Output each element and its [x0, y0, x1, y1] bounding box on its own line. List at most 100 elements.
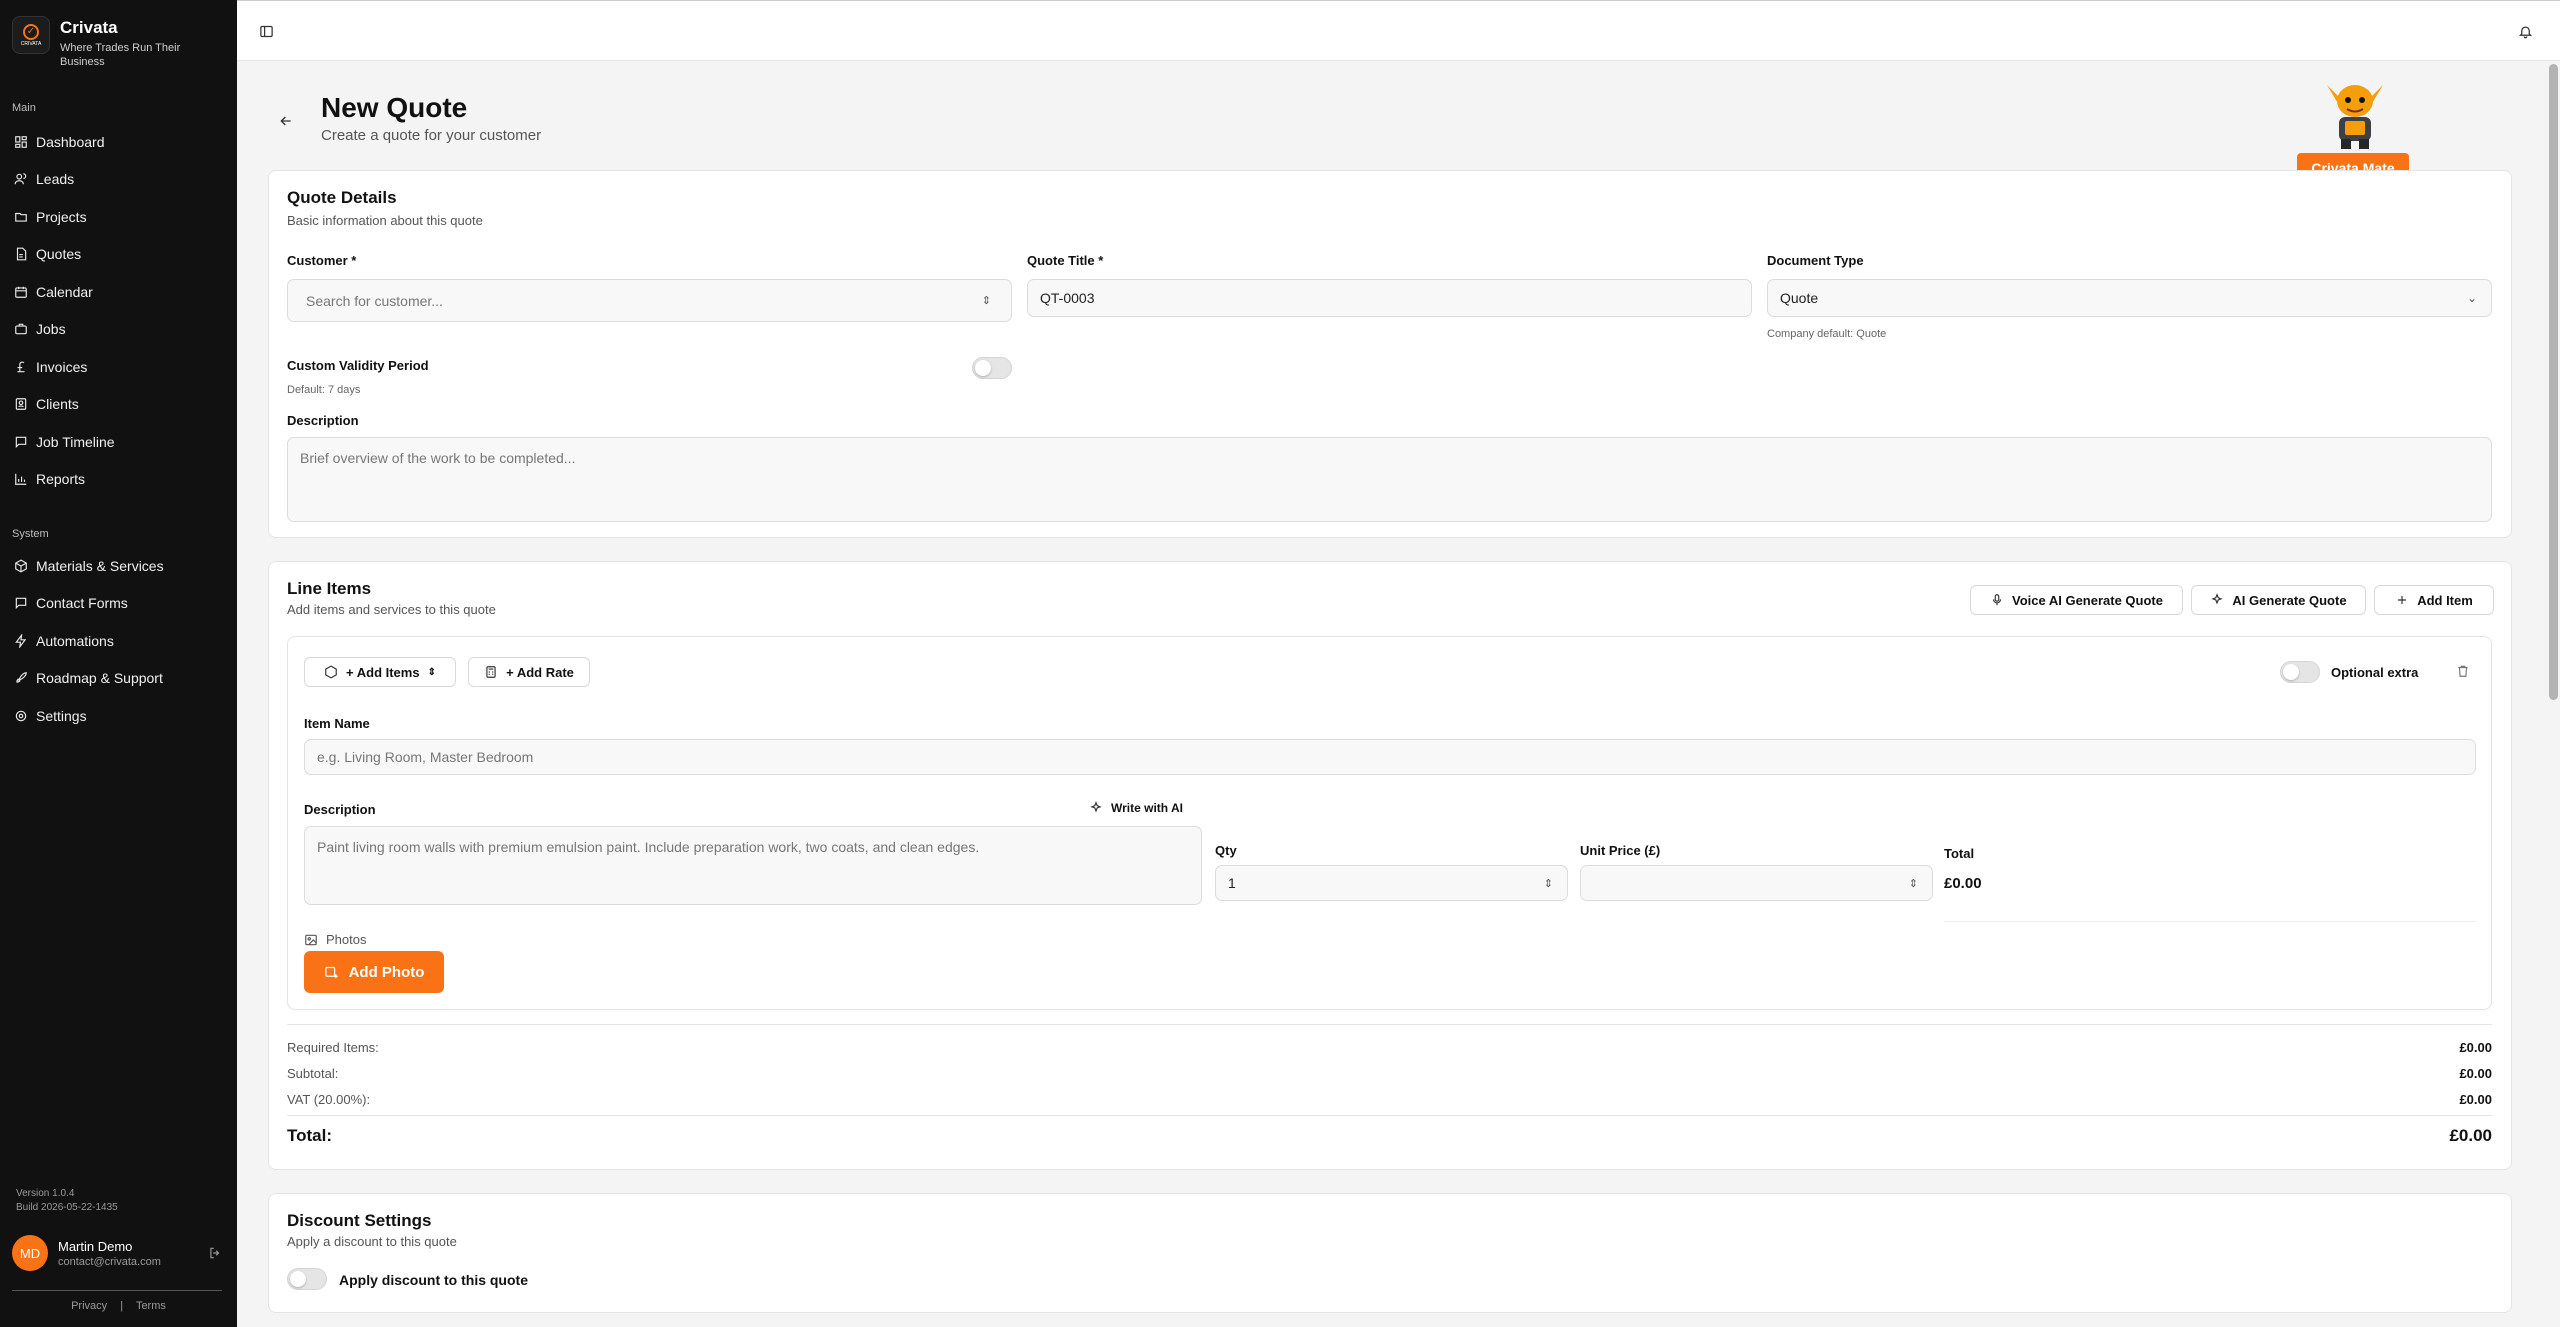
- document-type-label: Document Type: [1767, 253, 1864, 268]
- sidebar-item-materials[interactable]: Materials & Services: [0, 547, 237, 585]
- write-with-ai-button[interactable]: Write with AI: [1089, 801, 1183, 815]
- button-label: + Add Items: [346, 664, 420, 680]
- write-with-ai-label: Write with AI: [1111, 801, 1183, 815]
- sidebar-item-roadmap[interactable]: Roadmap & Support: [0, 660, 237, 698]
- terms-link[interactable]: Terms: [136, 1300, 166, 1312]
- unit-price-label: Unit Price (£): [1580, 843, 1661, 858]
- customer-label: Customer *: [287, 253, 357, 268]
- sidebar-item-settings[interactable]: Settings: [0, 697, 237, 735]
- sidebar-item-projects[interactable]: Projects: [0, 198, 237, 236]
- check-icon: ✓: [23, 23, 39, 40]
- bell-icon[interactable]: [2518, 24, 2533, 39]
- optional-extra-label: Optional extra: [2331, 665, 2419, 680]
- qty-value: 1: [1228, 875, 1236, 891]
- privacy-link[interactable]: Privacy: [71, 1300, 107, 1312]
- logo-wordmark: CRIVATA: [20, 40, 42, 47]
- vat-row: VAT (20.00%): £0.00: [287, 1092, 2492, 1107]
- sidebar-item-leads[interactable]: Leads: [0, 161, 237, 199]
- sidebar-item-invoices[interactable]: Invoices: [0, 348, 237, 386]
- sidebar-item-clients[interactable]: Clients: [0, 386, 237, 424]
- sidebar-item-label: Jobs: [36, 321, 66, 338]
- add-items-button[interactable]: + Add Items ⇕: [304, 657, 456, 687]
- sidebar-item-contact-forms[interactable]: Contact Forms: [0, 585, 237, 623]
- microphone-icon: [1992, 594, 2002, 606]
- message-icon: [15, 598, 27, 610]
- page-subtitle: Create a quote for your customer: [321, 127, 542, 144]
- chevron-updown-icon: ⇕: [427, 666, 436, 678]
- quote-title-input[interactable]: QT-0003: [1027, 279, 1752, 317]
- sidebar-item-job-timeline[interactable]: Job Timeline: [0, 423, 237, 461]
- sidebar-item-reports[interactable]: Reports: [0, 461, 237, 499]
- grand-total-value: £0.00: [2449, 1126, 2492, 1145]
- total-label: Total: [1944, 846, 1975, 861]
- section-subtitle: Basic information about this quote: [287, 213, 483, 228]
- crivata-mate-mascot[interactable]: Crivata Mate: [2297, 73, 2413, 183]
- sidebar-item-jobs[interactable]: Jobs: [0, 311, 237, 349]
- item-total-value: £0.00: [1944, 875, 1982, 892]
- description-textarea[interactable]: Brief overview of the work to be complet…: [287, 437, 2492, 522]
- required-label: Required Items:: [287, 1040, 379, 1055]
- add-rate-button[interactable]: + Add Rate: [468, 657, 590, 687]
- page-title: New Quote: [321, 92, 468, 123]
- chat-icon: [15, 436, 27, 448]
- user-profile[interactable]: MD Martin Demo contact@crivata.com: [12, 1235, 222, 1271]
- add-item-button[interactable]: Add Item: [2374, 585, 2494, 615]
- qty-input[interactable]: 1 ⇕: [1215, 865, 1568, 901]
- sidebar-toggle-icon[interactable]: [259, 24, 274, 39]
- subtotal-value: £0.00: [2459, 1066, 2492, 1081]
- pound-icon: [17, 361, 25, 372]
- discount-toggle[interactable]: [287, 1268, 327, 1290]
- photos-header: Photos: [304, 932, 366, 947]
- required-value: £0.00: [2459, 1040, 2492, 1055]
- file-icon: [16, 247, 27, 261]
- description-placeholder: Brief overview of the work to be complet…: [300, 450, 576, 466]
- sidebar-item-calendar[interactable]: Calendar: [0, 273, 237, 311]
- validity-toggle[interactable]: [972, 357, 1012, 379]
- calendar-icon: [15, 286, 27, 298]
- item-description-textarea[interactable]: Paint living room walls with premium emu…: [304, 826, 1202, 905]
- users-icon: [14, 173, 27, 185]
- contact-icon: [15, 398, 27, 411]
- sidebar: ✓ CRIVATA Crivata Where Trades Run Their…: [0, 0, 237, 1327]
- divider: [1944, 921, 2476, 922]
- quote-title-label: Quote Title *: [1027, 253, 1104, 268]
- optional-extra-toggle[interactable]: [2280, 661, 2320, 683]
- divider: [12, 1290, 222, 1291]
- ai-generate-button[interactable]: AI Generate Quote: [2191, 585, 2366, 615]
- customer-search-input[interactable]: Search for customer... ⇕: [287, 279, 1012, 322]
- scrollbar-thumb[interactable]: [2549, 64, 2558, 700]
- sidebar-item-automations[interactable]: Automations: [0, 622, 237, 660]
- item-description-label: Description: [304, 802, 376, 817]
- document-type-select[interactable]: Quote ⌄: [1767, 279, 2492, 317]
- validity-label: Custom Validity Period: [287, 358, 429, 373]
- build-text: Build 2026-05-22-1435: [16, 1202, 118, 1213]
- logout-icon[interactable]: [208, 1246, 222, 1260]
- folder-icon: [15, 212, 27, 222]
- customer-placeholder: Search for customer...: [306, 292, 443, 309]
- image-icon: [305, 934, 317, 945]
- chevron-down-icon: ⌄: [2466, 291, 2477, 305]
- sidebar-item-dashboard[interactable]: Dashboard: [0, 123, 237, 161]
- top-bar: [237, 0, 2560, 61]
- sidebar-item-label: Job Timeline: [36, 433, 115, 450]
- item-name-input[interactable]: e.g. Living Room, Master Bedroom: [304, 739, 2476, 775]
- plus-icon: [2398, 595, 2407, 605]
- stepper-icon: ⇕: [1908, 877, 1918, 890]
- unit-price-input[interactable]: ⇕: [1580, 865, 1933, 901]
- package-icon: [15, 559, 27, 573]
- voice-ai-generate-button[interactable]: Voice AI Generate Quote: [1970, 585, 2183, 615]
- button-label: + Add Rate: [506, 664, 574, 680]
- rocket-icon: [16, 672, 27, 683]
- trash-icon[interactable]: [2456, 664, 2470, 678]
- sidebar-item-quotes[interactable]: Quotes: [0, 236, 237, 274]
- subtotal-label: Subtotal:: [287, 1066, 339, 1081]
- brand[interactable]: ✓ CRIVATA Crivata Where Trades Run Their…: [12, 16, 200, 69]
- photos-label: Photos: [326, 932, 367, 947]
- add-photo-button[interactable]: Add Photo: [304, 951, 444, 993]
- document-type-hint: Company default: Quote: [1767, 328, 1887, 340]
- back-arrow-icon[interactable]: [278, 113, 294, 129]
- sidebar-item-label: Calendar: [36, 283, 93, 300]
- document-type-value: Quote: [1780, 290, 1819, 306]
- grand-total-label: Total:: [287, 1126, 333, 1145]
- user-name: Martin Demo: [58, 1238, 133, 1254]
